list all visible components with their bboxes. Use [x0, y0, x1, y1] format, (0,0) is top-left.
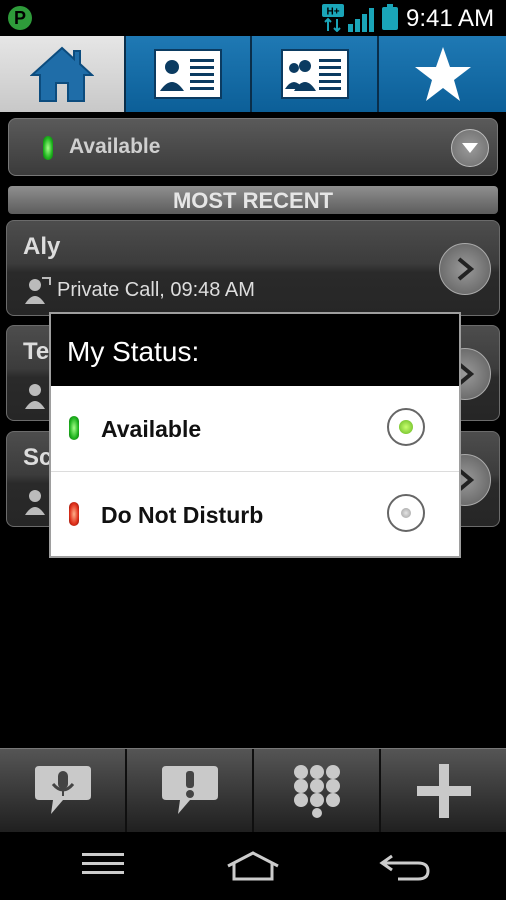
status-option-available[interactable]: Available — [51, 386, 459, 472]
svg-text:H+: H+ — [326, 7, 339, 18]
private-call-icon — [25, 277, 51, 304]
contact-name: Sc — [23, 444, 53, 471]
home-icon[interactable] — [224, 850, 282, 882]
do-not-disturb-status-led — [69, 502, 79, 526]
status-dropdown[interactable]: Available — [8, 118, 498, 176]
option-label: Available — [101, 416, 202, 442]
private-call-icon — [25, 490, 45, 515]
section-header-most-recent: MOST RECENT — [8, 186, 498, 214]
status-dialog: My Status: Available Do Not Disturb — [49, 312, 461, 558]
main-tab-bar — [0, 36, 506, 112]
open-contact-button[interactable] — [439, 243, 491, 295]
dialog-title: My Status: — [51, 314, 459, 386]
status-bar: P H+ 9:41 AM — [0, 0, 506, 36]
tab-groups[interactable] — [252, 36, 379, 112]
contact-name: Aly — [23, 233, 61, 260]
battery-icon — [382, 4, 398, 30]
system-navigation-bar — [0, 832, 506, 900]
star-icon — [414, 47, 471, 101]
back-icon[interactable] — [378, 850, 432, 882]
available-status-led — [69, 416, 79, 440]
radio-button-do-not-disturb[interactable] — [387, 494, 425, 532]
tab-contacts[interactable] — [126, 36, 252, 112]
status-option-do-not-disturb[interactable]: Do Not Disturb — [51, 472, 459, 557]
available-status-led — [43, 136, 53, 160]
alert-button[interactable] — [127, 749, 254, 833]
bottom-toolbar — [0, 748, 506, 833]
contact-card-icon — [154, 49, 222, 99]
radio-unselected-dot — [401, 508, 411, 518]
app-notification-icon: P — [8, 6, 32, 30]
tab-home[interactable] — [0, 36, 126, 112]
option-label: Do Not Disturb — [101, 502, 264, 528]
private-call-icon — [25, 384, 45, 409]
keypad-icon — [293, 765, 340, 818]
tab-favorites[interactable] — [379, 36, 506, 112]
radio-selected-dot — [399, 420, 413, 434]
signal-strength-icon — [348, 8, 374, 32]
dropdown-button[interactable] — [451, 129, 489, 167]
menu-icon[interactable] — [80, 850, 126, 878]
add-button[interactable] — [381, 749, 506, 833]
radio-button-available[interactable] — [387, 408, 425, 446]
chevron-right-icon — [457, 257, 475, 281]
voice-message-button[interactable] — [0, 749, 127, 833]
clock: 9:41 AM — [406, 5, 495, 32]
plus-icon — [416, 764, 471, 818]
recent-contact-row[interactable]: Aly Private Call, 09:48 AM — [6, 220, 500, 316]
current-status-label: Available — [69, 135, 161, 158]
chevron-down-icon — [462, 143, 478, 153]
home-icon — [30, 46, 94, 102]
contact-name: Te — [23, 338, 50, 365]
call-detail: Private Call, 09:48 AM — [57, 279, 255, 301]
microphone-bubble-icon — [34, 766, 91, 814]
network-type-icon: H+ — [322, 4, 344, 32]
alert-bubble-icon — [161, 766, 218, 814]
keypad-button[interactable] — [254, 749, 381, 833]
group-card-icon — [280, 49, 349, 99]
